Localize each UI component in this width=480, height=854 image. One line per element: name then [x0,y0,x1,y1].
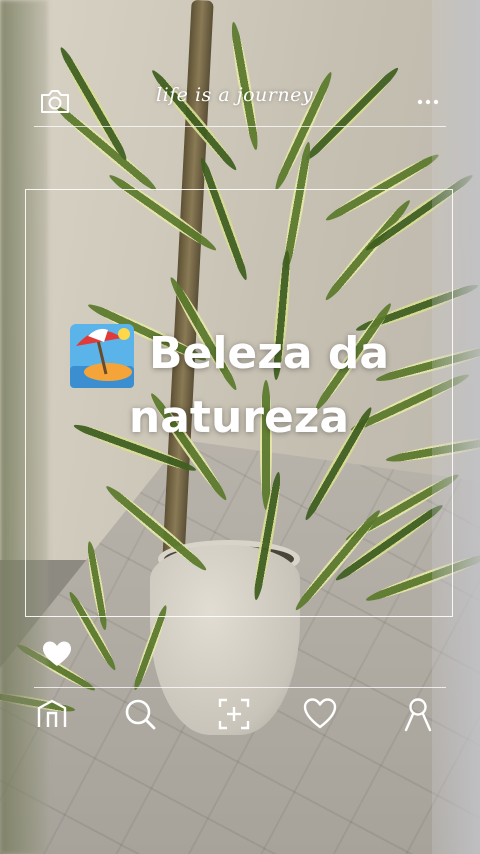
brand-text: life is a journey [156,84,314,106]
profile-icon[interactable] [400,696,436,732]
more-dots-icon[interactable] [416,98,440,106]
bottom-nav [34,696,446,736]
home-icon[interactable] [34,696,70,732]
top-divider [34,126,446,127]
top-bar: life is a journey [34,78,446,126]
post-title-line1: Beleza da [148,328,390,379]
camera-icon[interactable] [40,88,70,114]
search-icon[interactable] [122,696,158,732]
add-post-icon[interactable] [216,696,252,732]
post-title: Beleza da natureza [40,322,438,450]
post-title-line2: natureza [128,392,350,443]
heart-filled-icon[interactable] [42,640,72,668]
heart-outline-icon[interactable] [302,696,338,732]
nav-divider [34,687,446,688]
